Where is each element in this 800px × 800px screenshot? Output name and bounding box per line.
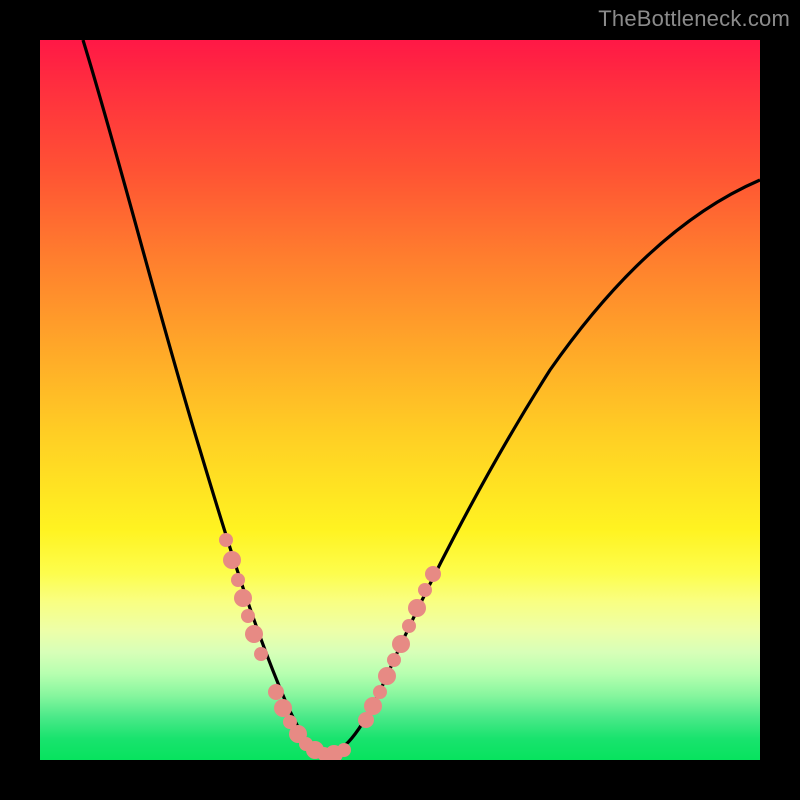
watermark-text: TheBottleneck.com [598, 6, 790, 32]
highlight-dots [219, 533, 441, 760]
bottleneck-curve [83, 40, 760, 754]
plot-area [40, 40, 760, 760]
chart-container: TheBottleneck.com [0, 0, 800, 800]
curve-layer [40, 40, 760, 760]
